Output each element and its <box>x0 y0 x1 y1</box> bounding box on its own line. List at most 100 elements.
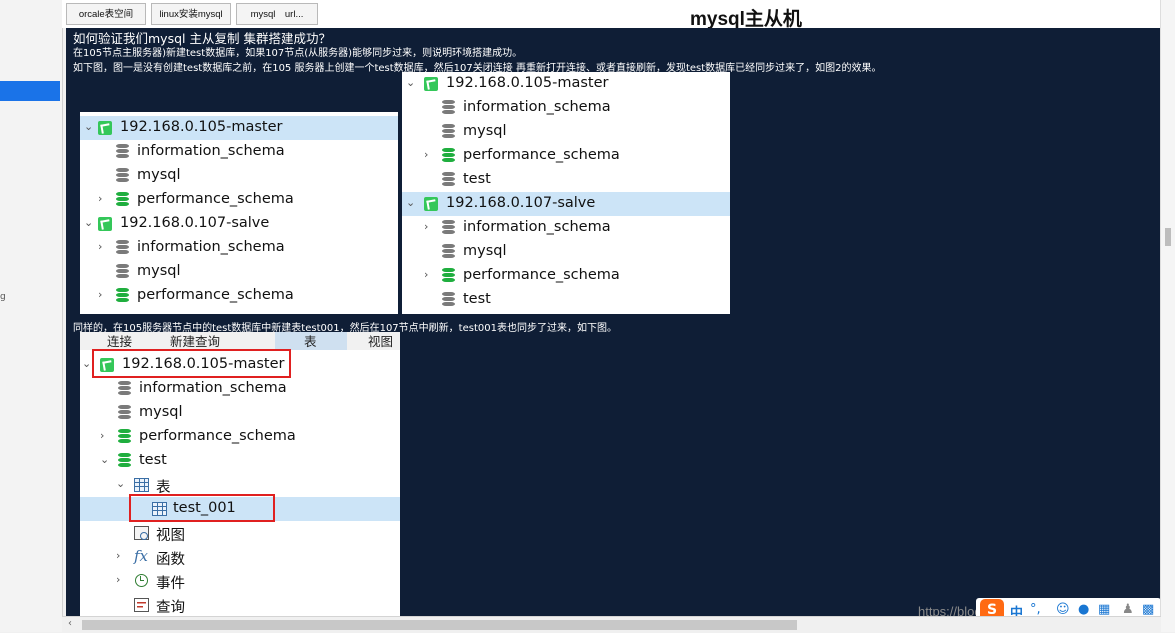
toolbar-new-query[interactable]: 新建查询 <box>170 332 220 350</box>
database-open-icon <box>118 453 131 469</box>
tree-row-label: test <box>463 171 491 187</box>
tree-row-label: information_schema <box>137 239 285 255</box>
view-icon <box>134 526 149 540</box>
table-icon <box>134 478 149 492</box>
chevron-down-icon[interactable]: ⌄ <box>84 120 93 133</box>
scroll-left-icon[interactable]: ‹ <box>68 618 72 629</box>
toolbar-connect[interactable]: 连接 <box>107 332 132 350</box>
tab-orcale[interactable]: orcale表空间 <box>66 3 146 25</box>
chevron-down-icon[interactable]: ⌄ <box>406 76 415 89</box>
tree-row-label: 事件 <box>156 576 185 592</box>
tree-row-database[interactable]: mysql <box>402 120 730 144</box>
tree-row-database[interactable]: mysql <box>80 164 398 188</box>
database-icon <box>116 168 129 184</box>
tab-mysql-url[interactable]: mysql url... <box>236 3 318 25</box>
tree-row-label: 视图 <box>156 528 185 544</box>
tree-row-label: information_schema <box>463 219 611 235</box>
chevron-down-icon[interactable]: ⌄ <box>82 357 91 370</box>
sidebar-fragment: g <box>0 292 6 302</box>
tree-row-event-group[interactable]: › 事件 <box>80 569 400 593</box>
tree-row-label: performance_schema <box>137 287 294 303</box>
toolbox-icon[interactable]: ▩ <box>1142 602 1154 617</box>
tree-row-function-group[interactable]: › fx 函数 <box>80 545 400 569</box>
tree-row-database[interactable]: test <box>402 168 730 192</box>
tree-row-label: 函数 <box>156 552 185 568</box>
tree-row-label: performance_schema <box>137 191 294 207</box>
tree-row-label: mysql <box>137 263 181 279</box>
navicat-tree-figure-1: ⌄ 192.168.0.105-master information_schem… <box>80 112 398 314</box>
sidebar-selected-item[interactable] <box>0 81 60 101</box>
tree-row-connection[interactable]: ⌄ 192.168.0.105-master <box>402 72 730 96</box>
tree-row-database[interactable]: › performance_schema <box>80 425 400 449</box>
tree-row-query-group[interactable]: 查询 <box>80 593 400 616</box>
chevron-down-icon[interactable]: ⌄ <box>116 477 125 490</box>
tree-row-database[interactable]: mysql <box>402 240 730 264</box>
tree-row-database[interactable]: › performance_schema <box>80 188 398 212</box>
tab-linux-mysql[interactable]: linux安装mysql <box>151 3 231 25</box>
navicat-tree-figure-2: ⌄ 192.168.0.105-master information_schem… <box>402 72 730 314</box>
horizontal-scroll-thumb[interactable] <box>82 620 797 630</box>
database-icon <box>116 144 129 160</box>
tree-row-connection[interactable]: ⌄ 192.168.0.107-salve <box>80 212 398 236</box>
toolbar-view[interactable]: 视图 <box>368 332 393 350</box>
database-icon <box>442 100 455 116</box>
tree-row-connection[interactable]: ⌄ 192.168.0.105-master <box>80 116 398 140</box>
chevron-right-icon[interactable]: › <box>100 429 104 442</box>
tab-bar: orcale表空间 linux安装mysql mysql url... mysq… <box>62 0 1161 30</box>
tree-row-database[interactable]: information_schema <box>402 96 730 120</box>
chevron-down-icon[interactable]: ⌄ <box>84 216 93 229</box>
ime-punctuation[interactable]: °, <box>1030 602 1041 617</box>
left-sidebar: g <box>0 0 63 632</box>
chevron-down-icon[interactable]: ⌄ <box>406 196 415 209</box>
doc-paragraph-1: 在105节点主服务器)新建test数据库，如果107节点(从服务器)能够同步过来… <box>73 48 523 59</box>
tree-row-label: test <box>139 452 167 468</box>
database-open-icon <box>118 429 131 445</box>
tree-row-database[interactable]: mysql <box>80 260 398 284</box>
tree-row-label: 查询 <box>156 600 185 616</box>
tree-row-connection[interactable]: ⌄ 192.168.0.107-salve <box>402 192 730 216</box>
tree-row-database[interactable]: › information_schema <box>80 236 398 260</box>
chevron-right-icon[interactable]: › <box>116 573 120 586</box>
tree-row-label: mysql <box>139 404 183 420</box>
tree-row-database[interactable]: › performance_schema <box>402 264 730 288</box>
vertical-scrollbar[interactable] <box>1160 0 1175 632</box>
tree-row-database[interactable]: › information_schema <box>402 216 730 240</box>
tree-row-database[interactable]: information_schema <box>80 377 400 401</box>
tree-row-database[interactable]: test <box>402 288 730 312</box>
vertical-scroll-thumb[interactable] <box>1165 228 1171 246</box>
chevron-right-icon[interactable]: › <box>116 549 120 562</box>
chevron-right-icon[interactable]: › <box>424 148 428 161</box>
tree-row-label: performance_schema <box>463 147 620 163</box>
connection-icon <box>98 217 112 231</box>
database-icon <box>442 124 455 140</box>
tree-row-database[interactable]: › performance_schema <box>402 144 730 168</box>
tree-row-label: 192.168.0.107-salve <box>446 195 596 211</box>
database-icon <box>442 292 455 308</box>
microphone-icon[interactable]: ● <box>1078 602 1089 617</box>
tree-row-database[interactable]: mysql <box>80 401 400 425</box>
database-icon <box>118 381 131 397</box>
chevron-right-icon[interactable]: › <box>98 192 102 205</box>
chevron-right-icon[interactable]: › <box>98 288 102 301</box>
database-open-icon <box>442 148 455 164</box>
tree-row-view-group[interactable]: 视图 <box>80 521 400 545</box>
emoji-icon[interactable]: ☺ <box>1056 602 1070 617</box>
chevron-down-icon[interactable]: ⌄ <box>100 453 109 466</box>
tree-row-label: mysql <box>463 123 507 139</box>
tree-row-database[interactable]: ⌄ test <box>80 449 400 473</box>
connection-icon <box>424 197 438 211</box>
tree-row-label: information_schema <box>139 380 287 396</box>
document-title: mysql主从机 <box>690 9 802 30</box>
tree-row-database[interactable]: information_schema <box>80 140 398 164</box>
user-icon[interactable]: ♟ <box>1122 602 1134 617</box>
tree-row-label: 192.168.0.105-master <box>446 75 609 91</box>
tree-row-label: mysql <box>463 243 507 259</box>
tree-row-database[interactable]: › performance_schema <box>80 284 398 308</box>
toolbar-table[interactable]: 表 <box>304 332 317 350</box>
chevron-right-icon[interactable]: › <box>98 240 102 253</box>
tree-row-label: 192.168.0.107-salve <box>120 215 270 231</box>
chevron-right-icon[interactable]: › <box>424 268 428 281</box>
chevron-right-icon[interactable]: › <box>424 220 428 233</box>
keyboard-icon[interactable]: ▦ <box>1098 602 1110 617</box>
horizontal-scrollbar[interactable]: ‹ <box>62 616 1161 633</box>
